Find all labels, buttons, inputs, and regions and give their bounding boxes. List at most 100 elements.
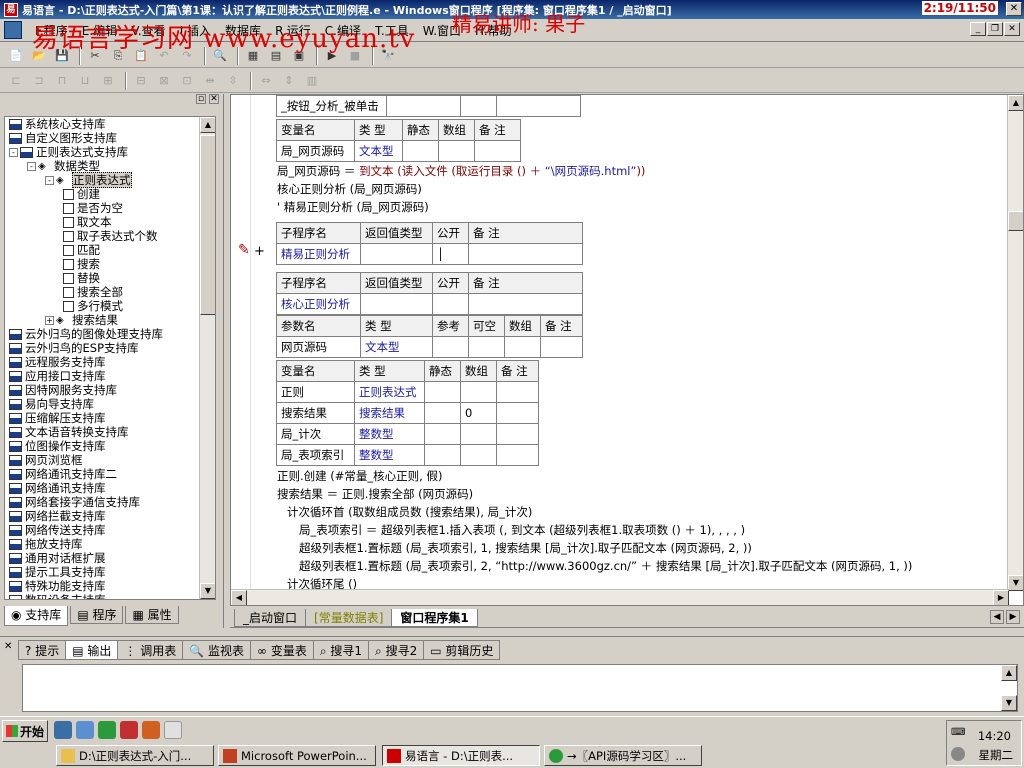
cell[interactable] [496, 402, 539, 424]
var-name-cell[interactable]: 局_计次 [276, 423, 355, 445]
same-height-icon[interactable]: ⊠ [154, 72, 174, 90]
cell[interactable] [540, 336, 583, 358]
tree-item[interactable]: 网络拦截支持库 [5, 509, 215, 523]
h-space-icon[interactable]: ⇹ [200, 72, 220, 90]
code-line-create[interactable]: 正则.创建 (#常量_核心正则, 假) [277, 467, 442, 485]
tree-item[interactable]: 系统核心支持库 [5, 117, 215, 131]
tree-item[interactable]: 提示工具支持库 [5, 565, 215, 579]
code-line-3-comment[interactable]: ' 精易正则分析 (局_网页源码) [277, 198, 429, 216]
menu-run[interactable]: R.运行 [268, 22, 318, 39]
align-top-icon[interactable]: ⊔ [75, 72, 95, 90]
speaker-icon[interactable] [164, 721, 182, 739]
align-middle-icon[interactable]: ⊞ [98, 72, 118, 90]
tree-item[interactable]: 网络套接字通信支持库 [5, 495, 215, 509]
tab-next-button[interactable]: ▶ [1006, 610, 1020, 624]
tree-item[interactable]: 拖放支持库 [5, 537, 215, 551]
code-line-loop-start[interactable]: 计次循环首 (取数组成员数 (搜索结果), 局_计次) [287, 503, 532, 521]
cell[interactable] [432, 336, 469, 358]
cell[interactable] [402, 140, 439, 162]
panel-close-button[interactable]: ✕ [209, 94, 219, 104]
tab-variables[interactable]: ∞ 变量表 [250, 640, 314, 660]
start-button[interactable]: 开始 [2, 720, 48, 742]
mdi-restore-button[interactable]: ❐ [987, 22, 1003, 36]
tree-item[interactable]: 取文本 [5, 215, 215, 229]
save-icon[interactable]: 💾 [52, 47, 72, 65]
cell[interactable] [360, 293, 433, 315]
tab-support-library[interactable]: ◉ 支持库 [4, 606, 69, 626]
tab-startup-window[interactable]: _启动窗口 [234, 609, 307, 627]
tree-item[interactable]: 网络通讯支持库二 [5, 467, 215, 481]
menu-help[interactable]: H.帮助 [468, 22, 519, 39]
tree-item[interactable]: 匹配 [5, 243, 215, 257]
panel-pin-button[interactable]: ▫ [196, 94, 206, 104]
tree-item[interactable]: 云外归鸟的ESP支持库 [5, 341, 215, 355]
menu-view[interactable]: V.查看 [124, 22, 172, 39]
cell[interactable] [496, 95, 581, 117]
cell[interactable] [496, 444, 539, 466]
tree-item[interactable]: 应用接口支持库 [5, 369, 215, 383]
cell[interactable] [468, 293, 583, 315]
cut-icon[interactable]: ✂ [85, 47, 105, 65]
cell[interactable] [504, 336, 541, 358]
tab-hint[interactable]: ? 提示 [18, 640, 67, 660]
var-type-cell[interactable]: 正则表达式 [354, 381, 425, 403]
code-line-2[interactable]: 核心正则分析 (局_网页源码) [277, 180, 422, 198]
paste-icon[interactable]: 📋 [131, 47, 151, 65]
output-text-area[interactable]: ▲ ▼ [22, 664, 1018, 712]
var-type-cell[interactable]: 文本型 [354, 140, 403, 162]
scroll-thumb[interactable] [1008, 211, 1023, 231]
tree-item[interactable]: 压缩解压支持库 [5, 411, 215, 425]
network-icon[interactable] [951, 747, 965, 761]
scroll-down-button[interactable]: ▼ [1001, 695, 1017, 711]
cell[interactable] [386, 95, 461, 117]
code-line-search-all[interactable]: 搜索结果 ＝ 正则.搜索全部 (网页源码) [277, 485, 473, 503]
menu-window[interactable]: W.窗口 [416, 22, 468, 39]
align-center-icon[interactable]: ⊐ [29, 72, 49, 90]
center-v-icon[interactable]: ⇕ [279, 72, 299, 90]
panel-close-icon[interactable]: ✕ [4, 641, 12, 652]
var-name-cell[interactable]: 局_表项索引 [276, 444, 355, 466]
cell[interactable] [424, 444, 461, 466]
scroll-up-button[interactable]: ▲ [1008, 95, 1023, 111]
tab-watch[interactable]: 🔍 监视表 [182, 640, 251, 660]
tree-item[interactable]: 取子表达式个数 [5, 229, 215, 243]
editor-hscrollbar[interactable]: ◀ ▶ [231, 589, 1009, 605]
cell[interactable] [438, 140, 475, 162]
tab-clip-history[interactable]: ▭ 剪辑历史 [423, 640, 501, 660]
layout-2-icon[interactable]: ▤ [266, 47, 286, 65]
task-folder[interactable]: D:\正则表达式-入门... [56, 745, 214, 766]
tab-properties[interactable]: ▦ 属性 [125, 606, 179, 624]
ime-icon[interactable]: ⌨ [951, 727, 965, 741]
lock-icon[interactable]: ▥ [302, 72, 322, 90]
run-icon[interactable]: ▶ [322, 47, 342, 65]
open-file-icon[interactable]: 📂 [29, 47, 49, 65]
tree-item[interactable]: 是否为空 [5, 201, 215, 215]
collapse-icon[interactable]: - [45, 175, 54, 185]
tree-item[interactable]: 云外归鸟的图像处理支持库 [5, 327, 215, 341]
tab-program[interactable]: ▤ 程序 [70, 606, 124, 624]
scroll-up-button[interactable]: ▲ [200, 117, 215, 133]
browser-icon[interactable] [54, 721, 72, 739]
tab-window-assembly[interactable]: 窗口程序集1 [391, 609, 478, 627]
scroll-thumb[interactable] [200, 135, 215, 315]
tree-item[interactable]: 搜索 [5, 257, 215, 271]
tab-call-stack[interactable]: ⋮ 调用表 [117, 640, 184, 660]
tree-item[interactable]: 替换 [5, 271, 215, 285]
refresh-icon[interactable] [98, 721, 116, 739]
layout-1-icon[interactable]: ▦ [243, 47, 263, 65]
menu-compile[interactable]: C.编译 [318, 22, 368, 39]
menu-insert[interactable]: I.插入 [173, 22, 218, 39]
tab-constant-table[interactable]: [常量数据表] [305, 609, 393, 627]
code-line-insert-item[interactable]: 局_表项索引 ＝ 超级列表框1.插入表项 (, 到文本 (超级列表框1.取表项数… [299, 521, 745, 539]
menu-database[interactable]: 数据库 [218, 22, 268, 39]
tree-item[interactable]: 网络传送支持库 [5, 523, 215, 537]
cell[interactable] [496, 381, 539, 403]
tree-item[interactable]: - ◈ 正则表达式 [5, 172, 215, 188]
var-name-cell[interactable]: 搜索结果 [276, 402, 355, 424]
cell[interactable] [468, 336, 505, 358]
scroll-up-button[interactable]: ▲ [1001, 665, 1017, 681]
scroll-down-button[interactable]: ▼ [1008, 575, 1023, 591]
tree-item[interactable]: 多行模式 [5, 299, 215, 313]
copy-icon[interactable]: ⎘ [108, 47, 128, 65]
align-left-icon[interactable]: ⊏ [6, 72, 26, 90]
